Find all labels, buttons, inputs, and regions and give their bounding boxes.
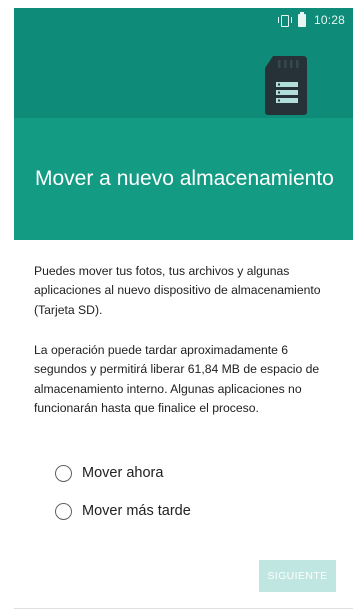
vibrate-icon [277,14,292,27]
option-move-now[interactable]: Mover ahora [55,460,163,486]
bottom-divider [14,608,353,609]
status-clock: 10:28 [313,13,345,27]
battery-icon [297,11,306,27]
description-paragraph: Puedes mover tus fotos, tus archivos y a… [34,264,321,317]
content-area: Puedes mover tus fotos, tus archivos y a… [14,240,353,613]
details-paragraph: La operación puede tardar aproximadament… [34,343,320,415]
radio-button-icon[interactable] [55,502,72,520]
option-label: Mover ahora [82,465,164,481]
header-banner: Mover a nuevo almacenamiento [14,32,353,240]
next-button[interactable]: SIGUIENTE [259,560,336,592]
radio-button-icon[interactable] [55,464,72,482]
status-bar: 10:28 [14,8,353,32]
sd-card-icon [265,56,307,115]
option-move-later[interactable]: Mover más tarde [55,498,191,524]
status-icons: 10:28 [277,11,345,27]
page-title: Mover a nuevo almacenamiento [35,167,334,190]
option-label: Mover más tarde [82,503,191,519]
